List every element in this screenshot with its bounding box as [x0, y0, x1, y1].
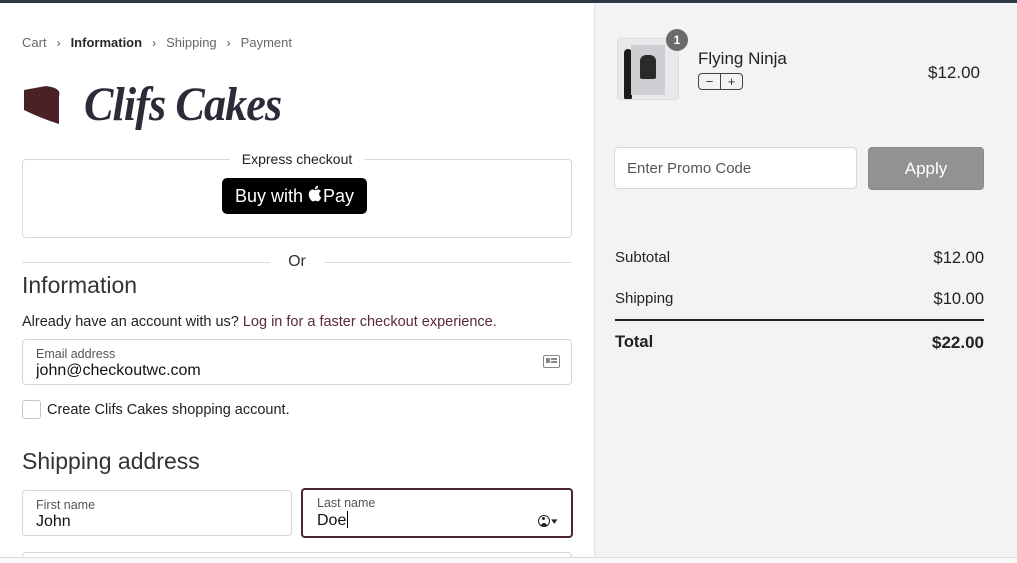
quantity-stepper: − + — [698, 73, 743, 90]
product-price: $12.00 — [928, 63, 980, 82]
email-field-label: Email address — [36, 347, 116, 361]
shipping-value: $10.00 — [933, 290, 984, 308]
subtotal-label: Subtotal — [615, 249, 671, 266]
breadcrumb: Cart › Information › Shipping › Payment — [22, 35, 292, 50]
breadcrumb-cart[interactable]: Cart — [22, 35, 47, 50]
breadcrumb-chevron-icon: › — [226, 35, 231, 50]
breadcrumb-chevron-icon: › — [56, 35, 61, 50]
first-name-field[interactable]: First name — [22, 490, 292, 536]
brand-logo[interactable]: Clifs Cakes — [22, 81, 298, 129]
total-row: Total $22.00 — [615, 333, 984, 353]
total-value: $22.00 — [932, 333, 984, 352]
chevron-down-icon: ▾ — [551, 515, 558, 526]
breadcrumb-payment[interactable]: Payment — [241, 35, 292, 50]
last-name-value: Doe — [317, 512, 347, 529]
create-account-label[interactable]: Create Clifs Cakes shopping account. — [47, 402, 290, 418]
person-circle-icon — [538, 515, 551, 527]
login-prompt-text: Already have an account with us? — [22, 314, 239, 330]
shipping-row: Shipping $10.00 — [615, 290, 984, 309]
apple-pay-prefix: Buy with — [234, 185, 303, 206]
promo-code-input[interactable] — [614, 147, 857, 189]
autofill-contact-icon[interactable]: ▾ — [538, 515, 558, 527]
thumbnail-ninja — [640, 55, 656, 79]
decrement-button[interactable]: − — [699, 74, 720, 89]
apple-pay-button[interactable]: Buy with Pay — [222, 178, 367, 214]
divider-line-left — [22, 262, 270, 263]
or-divider: Or — [22, 253, 572, 273]
contact-card-icon[interactable] — [543, 355, 560, 368]
text-caret — [347, 511, 349, 528]
email-field[interactable]: Email address — [22, 339, 572, 385]
total-divider — [615, 319, 984, 321]
shipping-label: Shipping — [615, 290, 674, 307]
first-name-input[interactable] — [36, 513, 251, 531]
divider-line-right — [324, 262, 572, 263]
apply-promo-button[interactable]: Apply — [868, 147, 984, 190]
apple-pay-suffix: Pay — [323, 185, 355, 206]
create-account-row: Create Clifs Cakes shopping account. — [22, 400, 290, 419]
apple-logo-icon — [308, 185, 322, 207]
last-name-field[interactable]: Last name Doe ▾ — [301, 488, 573, 538]
email-input[interactable] — [36, 362, 475, 380]
breadcrumb-information[interactable]: Information — [71, 35, 143, 50]
first-name-label: First name — [36, 498, 96, 512]
information-heading: Information — [22, 272, 138, 298]
total-label: Total — [615, 333, 654, 351]
order-summary-sidebar: 1 Flying Ninja − + $12.00 Apply Subtotal… — [594, 3, 1017, 560]
cake-slice-icon — [24, 86, 60, 124]
login-link[interactable]: Log in for a faster checkout experience. — [243, 314, 497, 330]
brand-name: Clifs Cakes — [84, 78, 282, 131]
subtotal-row: Subtotal $12.00 — [615, 249, 984, 268]
breadcrumb-shipping[interactable]: Shipping — [166, 35, 217, 50]
login-prompt: Already have an account with us? Log in … — [22, 314, 497, 330]
increment-button[interactable]: + — [720, 74, 742, 89]
window-bottom-edge — [0, 557, 1017, 563]
product-name: Flying Ninja — [698, 49, 787, 68]
subtotal-value: $12.00 — [933, 249, 984, 267]
checkout-main-column: Cart › Information › Shipping › Payment … — [0, 3, 594, 560]
express-checkout-box: Express checkout Buy with Pay — [22, 151, 572, 238]
quantity-badge: 1 — [666, 29, 688, 51]
shipping-address-heading: Shipping address — [22, 448, 200, 474]
create-account-checkbox[interactable] — [22, 400, 41, 419]
last-name-input[interactable]: Doe — [317, 511, 531, 530]
last-name-label: Last name — [317, 496, 376, 510]
express-checkout-label: Express checkout — [229, 151, 365, 167]
or-label: Or — [288, 253, 306, 270]
breadcrumb-chevron-icon: › — [152, 35, 157, 50]
